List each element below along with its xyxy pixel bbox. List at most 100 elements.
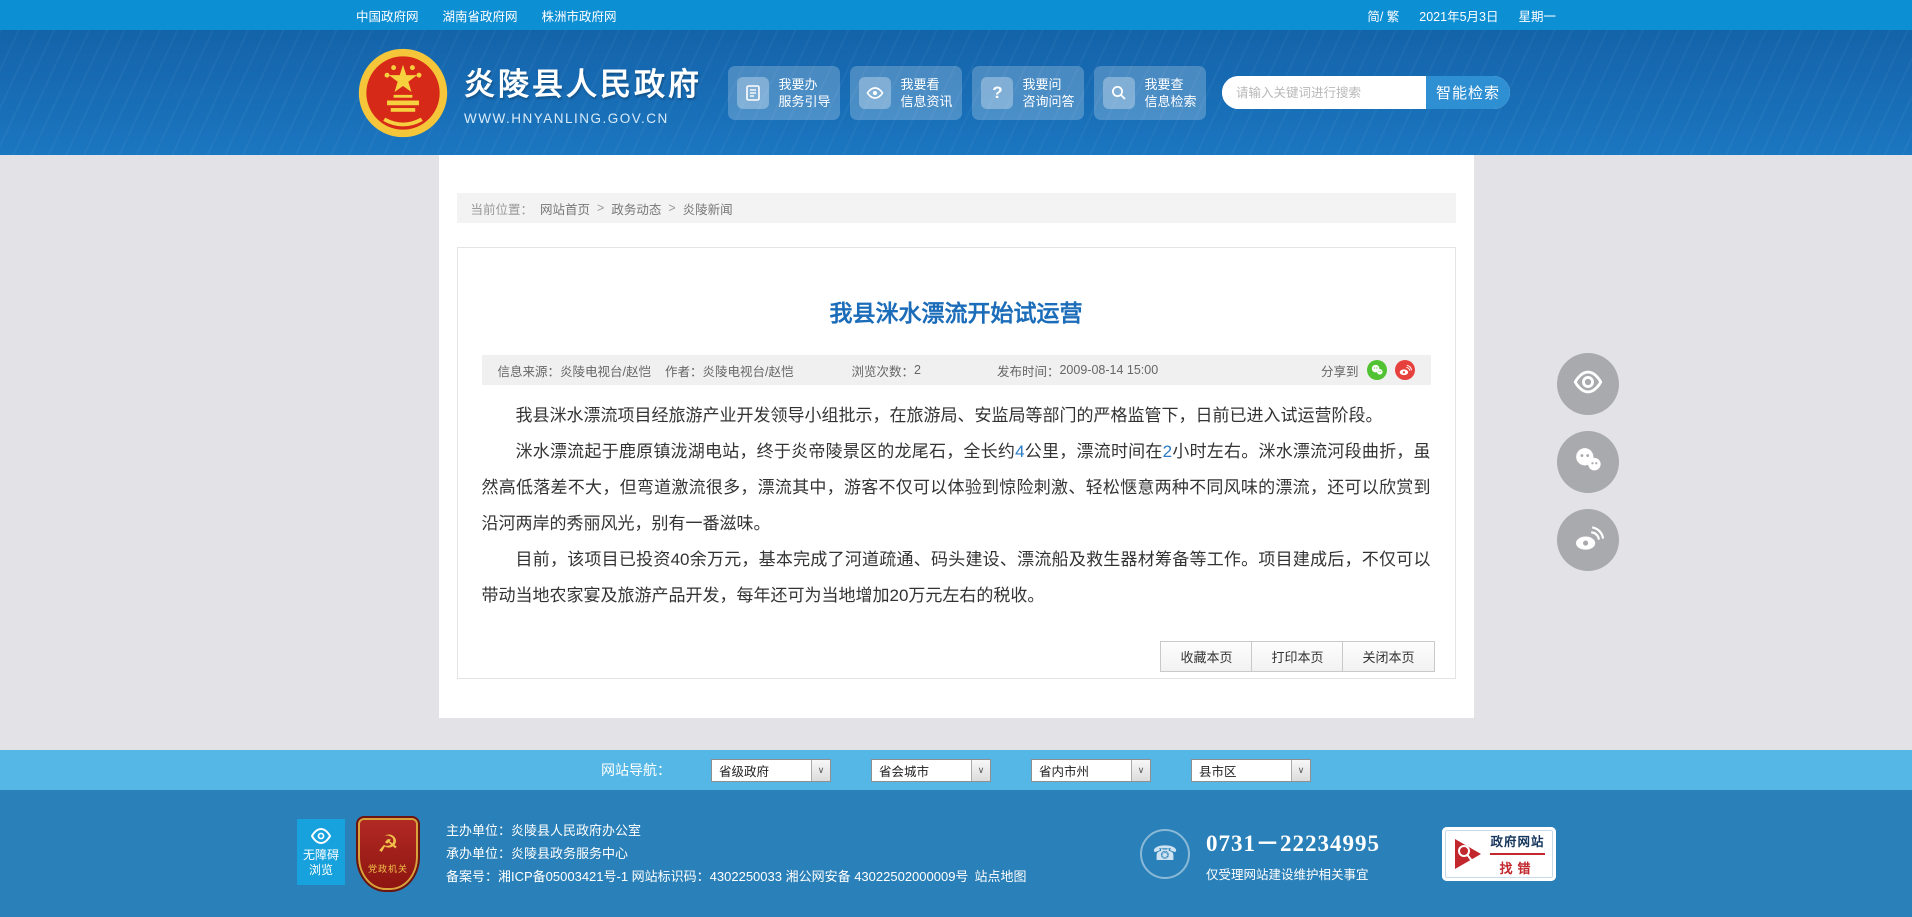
- phone-icon: [1140, 828, 1190, 879]
- close-page-button[interactable]: 关闭本页: [1342, 641, 1435, 672]
- paragraph-1: 我县洣水漂流项目经旅游产业开发领导小组批示，在旅游局、安监局等部门的严格监管下，…: [515, 406, 1383, 425]
- link-china-gov[interactable]: 中国政府网: [356, 6, 419, 25]
- site-search: 智能检索: [1222, 76, 1510, 109]
- button-i-want-to-apply[interactable]: 我要办 服务引导: [728, 65, 840, 120]
- phone-note: 仅受理网站建设维护相关事宜: [1206, 868, 1369, 882]
- weibo-tool-button[interactable]: [1557, 509, 1619, 571]
- breadcrumb-label: 当前位置：: [470, 202, 534, 217]
- question-icon: [981, 76, 1014, 109]
- search-input[interactable]: [1222, 76, 1426, 109]
- phone-number: 0731－22234995: [1206, 831, 1380, 856]
- quick-button-line2: 信息检索: [1144, 93, 1197, 109]
- select-provincial-gov[interactable]: 省级政府: [711, 758, 831, 782]
- lang-toggle[interactable]: 简/ 繁: [1367, 6, 1399, 25]
- chevron-down-icon: [971, 759, 990, 781]
- national-emblem-logo: [358, 48, 448, 137]
- accessibility-label-line2: 浏览: [308, 862, 333, 877]
- meta-time-value: 2009-08-14 15:00: [1059, 363, 1159, 377]
- meta-views-label: 浏览次数：: [851, 364, 915, 379]
- select-capital-cities[interactable]: 省会城市: [871, 758, 991, 782]
- smart-search-button[interactable]: 智能检索: [1426, 76, 1510, 109]
- document-icon: [737, 76, 770, 109]
- party-emblem-icon: [377, 833, 399, 857]
- sitemap-link[interactable]: 站点地图: [974, 869, 1026, 884]
- select-county-districts[interactable]: 县市区: [1191, 758, 1311, 782]
- organizer-value: 炎陵县人民政府办公室: [511, 823, 642, 838]
- eye-icon: [859, 76, 892, 109]
- gov-site-error-report-badge[interactable]: 政府网站 找错: [1442, 826, 1556, 881]
- article-title: 我县洣水漂流开始试运营: [829, 300, 1083, 326]
- current-date: 2021年5月3日: [1419, 9, 1499, 24]
- accessibility-label-line1: 无障碍: [302, 847, 339, 862]
- meta-author-value: 炎陵电视台/赵恺: [702, 364, 794, 379]
- site-footer: 党政机关 主办单位：炎陵县人民政府办公室 承办单位：炎陵县政务服务中心 备案号：…: [0, 790, 1912, 917]
- accessibility-browse-button[interactable]: 无障碍 浏览: [297, 819, 345, 885]
- quick-button-line2: 咨询问答: [1022, 93, 1075, 109]
- button-i-want-to-view[interactable]: 我要看 信息资讯: [850, 65, 962, 120]
- page: 中国政府网 湖南省政府网 株洲市政府网 简/ 繁 2021年5月3日 星期一 炎…: [0, 0, 1912, 917]
- share-label: 分享到: [1320, 364, 1359, 379]
- wechat-tool-button[interactable]: [1557, 431, 1619, 493]
- share-weibo-icon[interactable]: [1394, 360, 1415, 380]
- button-i-want-to-search[interactable]: 我要查 信息检索: [1094, 65, 1206, 120]
- eye-icon: [310, 827, 332, 844]
- error-badge-line1: 政府网站: [1490, 831, 1545, 855]
- quick-button-line2: 信息资讯: [900, 93, 953, 109]
- quick-button-line1: 我要问: [1022, 76, 1062, 92]
- quick-button-line1: 我要办: [778, 76, 818, 92]
- link-hunan-gov[interactable]: 湖南省政府网: [443, 6, 518, 25]
- chevron-down-icon: [811, 759, 830, 781]
- article-actions: 收藏本页 打印本页 关闭本页: [1160, 641, 1435, 672]
- error-badge-line2: 找错: [1499, 860, 1536, 876]
- icp-record-line: 备案号：湘ICP备05003421号-1 网站标识码：4302250033 湘公…: [446, 869, 969, 884]
- view-tool-button[interactable]: [1557, 353, 1619, 415]
- wechat-icon: [1572, 444, 1604, 481]
- paragraph-3: 目前，该项目已投资40余万元，基本完成了河道疏通、码头建设、漂流船及救生器材筹备…: [481, 550, 1431, 605]
- undertaker-label: 承办单位：: [446, 846, 512, 861]
- content-wrapper: 当前位置： 网站首页 > 政务动态 > 炎陵新闻 我县洣水漂流开始试运营 信息来…: [438, 155, 1474, 718]
- highlighted-number: 2: [1162, 442, 1173, 461]
- quick-service-buttons: 我要办服务引导 我要看信息资讯 我要问咨询问答 我要查信息检索: [728, 65, 1206, 120]
- quick-button-line2: 服务引导: [778, 93, 831, 109]
- quick-button-line1: 我要看: [900, 76, 940, 92]
- breadcrumb-home[interactable]: 网站首页: [540, 199, 590, 218]
- site-header: 炎陵县人民政府 WWW.HNYANLING.GOV.CN 我要办 服务引导 我要看…: [0, 30, 1912, 155]
- button-i-want-to-ask[interactable]: 我要问咨询问答: [972, 65, 1084, 120]
- top-links-bar: 中国政府网 湖南省政府网 株洲市政府网 简/ 繁 2021年5月3日 星期一: [0, 0, 1912, 30]
- article-card: 我县洣水漂流开始试运营 信息来源： 炎陵电视台/赵恺 作者： 炎陵电视台/赵恺 …: [456, 247, 1456, 679]
- footer-phone: 0731－22234995 仅受理网站建设维护相关事宜: [1140, 824, 1380, 883]
- meta-source-label: 信息来源：: [497, 364, 561, 379]
- meta-author-label: 作者：: [665, 364, 703, 379]
- footer-info: 主办单位：炎陵县人民政府办公室 承办单位：炎陵县政务服务中心 备案号：湘ICP备…: [446, 819, 1026, 888]
- organizer-label: 主办单位：: [446, 823, 512, 838]
- site-nav-bar: 网站导航： 省级政府 省会城市 省内市州 县市区: [0, 750, 1912, 790]
- share-wechat-icon[interactable]: [1366, 360, 1387, 380]
- weibo-icon: [1572, 522, 1605, 559]
- undertaker-value: 炎陵县政务服务中心: [511, 846, 629, 861]
- select-province-cities[interactable]: 省内市州: [1031, 758, 1151, 782]
- quick-button-line1: 我要查: [1144, 76, 1184, 92]
- breadcrumb-separator: >: [597, 201, 605, 215]
- error-report-icon: [1455, 838, 1482, 869]
- eye-icon: [1571, 369, 1605, 400]
- chevron-down-icon: [1131, 759, 1150, 781]
- article-body: 我县洣水漂流项目经旅游产业开发领导小组批示，在旅游局、安监局等部门的严格监管下，…: [482, 398, 1431, 614]
- paragraph-2: 洣水漂流起于鹿原镇泷湖电站，终于炎帝陵景区的龙尾石，全长约4公里，漂流时间在2小…: [481, 442, 1431, 533]
- meta-source-value: 炎陵电视台/赵恺: [560, 364, 651, 379]
- party-gov-badge: 党政机关: [356, 815, 420, 892]
- breadcrumb-zhengwu[interactable]: 政务动态: [611, 199, 661, 218]
- site-name: 炎陵县人民政府: [464, 67, 702, 102]
- breadcrumb-news[interactable]: 炎陵新闻: [683, 199, 733, 218]
- site-nav-label: 网站导航：: [601, 762, 671, 778]
- link-zhuzhou-gov[interactable]: 株洲市政府网: [542, 6, 617, 25]
- chevron-down-icon: [1291, 759, 1310, 781]
- party-gov-badge-label: 党政机关: [367, 863, 408, 874]
- print-page-button[interactable]: 打印本页: [1251, 641, 1344, 672]
- current-weekday: 星期一: [1518, 9, 1556, 24]
- breadcrumb: 当前位置： 网站首页 > 政务动态 > 炎陵新闻: [456, 193, 1456, 223]
- bookmark-page-button[interactable]: 收藏本页: [1160, 641, 1253, 672]
- highlighted-number: 4: [1015, 442, 1025, 461]
- site-url: WWW.HNYANLING.GOV.CN: [464, 111, 669, 126]
- search-icon: [1103, 76, 1136, 109]
- side-tools: [1557, 353, 1619, 571]
